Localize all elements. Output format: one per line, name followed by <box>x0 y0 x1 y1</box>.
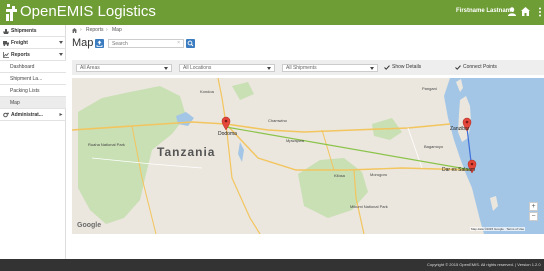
area-select-value: All Areas <box>80 65 100 71</box>
sidebar-item-label: Freight <box>11 40 28 46</box>
sidebar-item-administration[interactable]: Administrat... <box>0 109 66 121</box>
caret-down-icon <box>59 41 63 44</box>
page-title: Map <box>72 37 94 49</box>
home-icon[interactable] <box>72 28 77 33</box>
sidebar-item-freight[interactable]: Freight <box>0 37 66 49</box>
sidebar-subitem-shipment-labels[interactable]: Shipment La... <box>0 73 66 85</box>
cogs-icon <box>3 112 9 118</box>
user-name[interactable]: Firstname Lastname <box>456 8 514 14</box>
truck-icon <box>3 41 9 46</box>
sidebar-item-label: Reports <box>11 52 30 58</box>
chart-icon <box>3 52 9 58</box>
clear-icon[interactable]: × <box>177 40 180 47</box>
show-details-label: Show Details <box>392 64 422 70</box>
breadcrumb-link-reports[interactable]: Reports <box>86 26 104 35</box>
map-city-dar-es-salaam: Dar es Salaam <box>442 167 476 173</box>
check-icon <box>455 65 461 70</box>
connect-points-toggle[interactable]: Connect Points <box>455 63 515 72</box>
show-details-toggle[interactable]: Show Details <box>384 63 434 72</box>
footer: Copyright © 2015 OpenEMIS. All rights re… <box>0 259 544 271</box>
sidebar-item-label: Administrat... <box>11 112 43 118</box>
sidebar-item-reports[interactable]: Reports <box>0 49 66 61</box>
sidebar-subitem-label: Packing Lists <box>10 88 40 94</box>
chevron-down-icon <box>267 67 271 70</box>
check-icon <box>384 65 390 70</box>
search-input[interactable] <box>112 40 174 47</box>
shipment-select-value: All Shipments <box>286 65 317 71</box>
caret-right-icon <box>59 113 63 116</box>
map-city-morogoro: Morogoro <box>370 172 388 177</box>
zoom-in-button[interactable]: + <box>529 202 538 211</box>
sidebar-subitem-label: Dashboard <box>10 64 35 70</box>
sidebar-item-label: Shipments <box>11 28 37 34</box>
breadcrumb-current: Map <box>112 27 122 33</box>
more-vertical-icon[interactable] <box>538 7 542 17</box>
zoom-out-button[interactable]: − <box>529 212 538 221</box>
upload-icon <box>96 40 103 47</box>
home-icon[interactable] <box>521 7 530 16</box>
map-city-bagamoyo: Bagamoyo <box>424 144 444 149</box>
map-city-ruaha: Ruaha National Park <box>88 142 125 147</box>
map-city-pangani: Pangani <box>422 86 437 91</box>
map-attribution[interactable]: Map data ©2015 Google · Terms of Use <box>470 227 526 231</box>
location-select[interactable]: All Locations <box>179 64 275 72</box>
top-bar: OpenEMIS Logistics Firstname Lastname <box>0 0 544 25</box>
area-select[interactable]: All Areas <box>76 64 172 72</box>
location-select-value: All Locations <box>183 65 212 71</box>
map-city-kondoa: Kondoa <box>200 89 214 94</box>
ship-icon <box>3 29 9 34</box>
footer-copyright: Copyright © 2015 OpenEMIS. All rights re… <box>427 262 541 267</box>
user-icon[interactable] <box>508 7 516 16</box>
search-button[interactable] <box>186 39 195 48</box>
map-city-dodoma: Dodoma <box>218 131 237 137</box>
sidebar: Shipments Freight Reports Dashboard Ship… <box>0 25 66 259</box>
map-city-zanzibar: Zanzibar <box>450 126 470 132</box>
breadcrumb-separator: › <box>80 27 82 33</box>
sidebar-subitem-label: Map <box>10 100 20 106</box>
map-city-kilosa: Kilosa <box>334 173 345 178</box>
filter-bar: All Areas All Locations All Shipments Sh… <box>72 60 544 75</box>
openemis-logo-icon <box>6 4 17 21</box>
export-button[interactable] <box>95 39 104 48</box>
connect-points-label: Connect Points <box>463 64 497 70</box>
sidebar-subitem-label: Shipment La... <box>10 76 43 82</box>
app-title[interactable]: OpenEMIS Logistics <box>20 3 156 21</box>
map-country-label: Tanzania <box>157 145 216 159</box>
map-city-mpwapwa: Mpwapwa <box>286 138 305 143</box>
sidebar-subitem-map[interactable]: Map <box>0 97 66 109</box>
search-box: × <box>108 39 184 48</box>
google-logo: Google <box>77 222 102 229</box>
shipment-select[interactable]: All Shipments <box>282 64 378 72</box>
map-terrain <box>72 78 498 234</box>
map-city-mikumi: Mikumi National Park <box>350 204 388 209</box>
sidebar-subitem-dashboard[interactable]: Dashboard <box>0 61 66 73</box>
sidebar-subitem-packing-lists[interactable]: Packing Lists <box>0 85 66 97</box>
search-icon <box>187 40 194 47</box>
breadcrumb-separator: › <box>106 27 108 33</box>
sidebar-item-shipments[interactable]: Shipments <box>0 25 66 37</box>
chevron-down-icon <box>370 67 374 70</box>
map-view[interactable]: Tanzania Dodoma Zanzibar Dar es Salaam M… <box>72 78 544 234</box>
map-city-chamwino: Chamwino <box>268 118 287 123</box>
caret-down-icon <box>59 53 63 56</box>
chevron-down-icon <box>164 67 168 70</box>
